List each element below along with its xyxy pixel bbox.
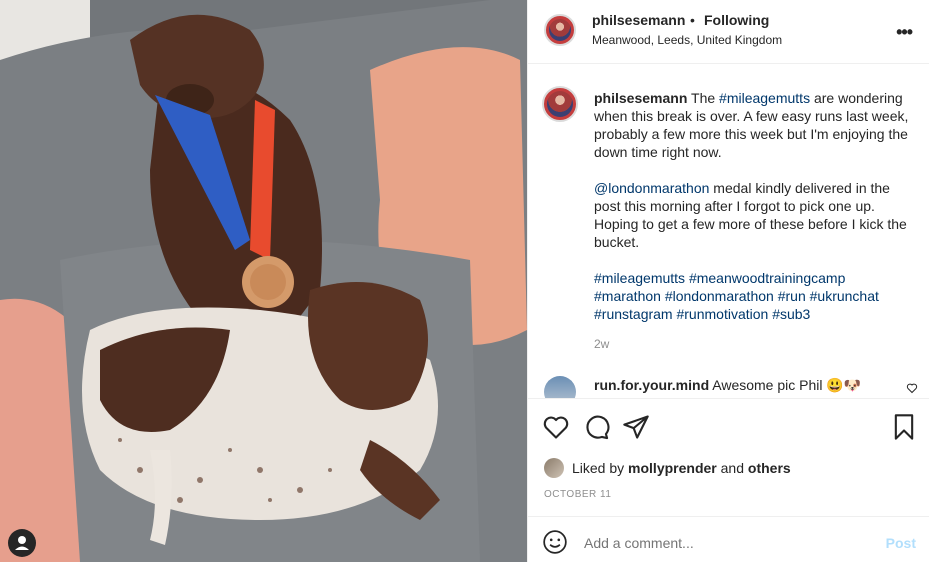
bookmark-icon[interactable] — [890, 413, 918, 446]
author-username[interactable]: philsesemann — [592, 12, 685, 28]
commenter-avatar[interactable] — [544, 376, 576, 398]
emoji-icon[interactable] — [542, 529, 568, 560]
hashtag-list: #mileagemutts #meanwoodtrainingcamp #mar… — [594, 269, 916, 323]
likes-summary: Liked by mollyprender and others — [572, 460, 791, 476]
hashtag-link[interactable]: #runmotivation — [676, 306, 768, 322]
hashtag-link[interactable]: #sub3 — [772, 306, 810, 322]
post-photo[interactable] — [0, 0, 527, 562]
share-icon[interactable] — [622, 413, 650, 446]
comment-text: Awesome pic Phil 😃🐶 — [709, 377, 862, 393]
comment: run.for.your.mind Awesome pic Phil 😃🐶 — [594, 377, 861, 394]
hashtag-link[interactable]: #mileagemutts — [594, 270, 685, 286]
follow-status-button[interactable]: Following — [704, 12, 769, 28]
author-avatar[interactable] — [544, 14, 576, 46]
more-icon[interactable]: ••• — [896, 22, 913, 43]
hashtag-link[interactable]: #runstagram — [594, 306, 673, 322]
hashtag-link[interactable]: #mileagemutts — [719, 90, 810, 106]
comment-like-icon[interactable] — [906, 382, 918, 397]
hashtag-link[interactable]: #ukrunchat — [810, 288, 879, 304]
post-dialog: philsesemann • Following Meanwood, Leeds… — [0, 0, 929, 562]
comments-scroll-area[interactable]: philsesemann The #mileagemutts are wonde… — [528, 64, 929, 398]
post-location[interactable]: Meanwood, Leeds, United Kingdom — [592, 33, 782, 47]
add-comment-bar: Post — [528, 516, 929, 562]
comment-icon[interactable] — [582, 413, 610, 446]
post-actions: Liked by mollyprender and others OCTOBER… — [528, 398, 929, 516]
hashtag-link[interactable]: #run — [778, 288, 806, 304]
likes-others-link[interactable]: others — [748, 460, 791, 476]
mention-link[interactable]: @londonmarathon — [594, 180, 709, 196]
liker-avatar[interactable] — [544, 458, 564, 478]
post-header: philsesemann • Following Meanwood, Leeds… — [528, 0, 929, 64]
header-separator: • — [690, 12, 695, 28]
post-age[interactable]: 2w — [594, 337, 609, 351]
hashtag-link[interactable]: #londonmarathon — [665, 288, 774, 304]
post-side-panel: philsesemann • Following Meanwood, Leeds… — [527, 0, 929, 562]
hashtag-link[interactable]: #meanwoodtrainingcamp — [689, 270, 845, 286]
dogs-photo — [0, 0, 527, 562]
hashtag-link[interactable]: #marathon — [594, 288, 661, 304]
post-date[interactable]: OCTOBER 11 — [544, 489, 611, 500]
liker-username[interactable]: mollyprender — [628, 460, 717, 476]
commenter-username[interactable]: run.for.your.mind — [594, 377, 709, 393]
tagged-user-icon[interactable] — [8, 529, 36, 557]
caption-username[interactable]: philsesemann — [594, 90, 687, 106]
heart-icon[interactable] — [542, 413, 570, 446]
caption-author-avatar[interactable] — [542, 86, 578, 122]
comment-input[interactable] — [584, 535, 864, 551]
caption-text: philsesemann The #mileagemutts are wonde… — [594, 89, 916, 341]
post-comment-button[interactable]: Post — [886, 535, 916, 551]
